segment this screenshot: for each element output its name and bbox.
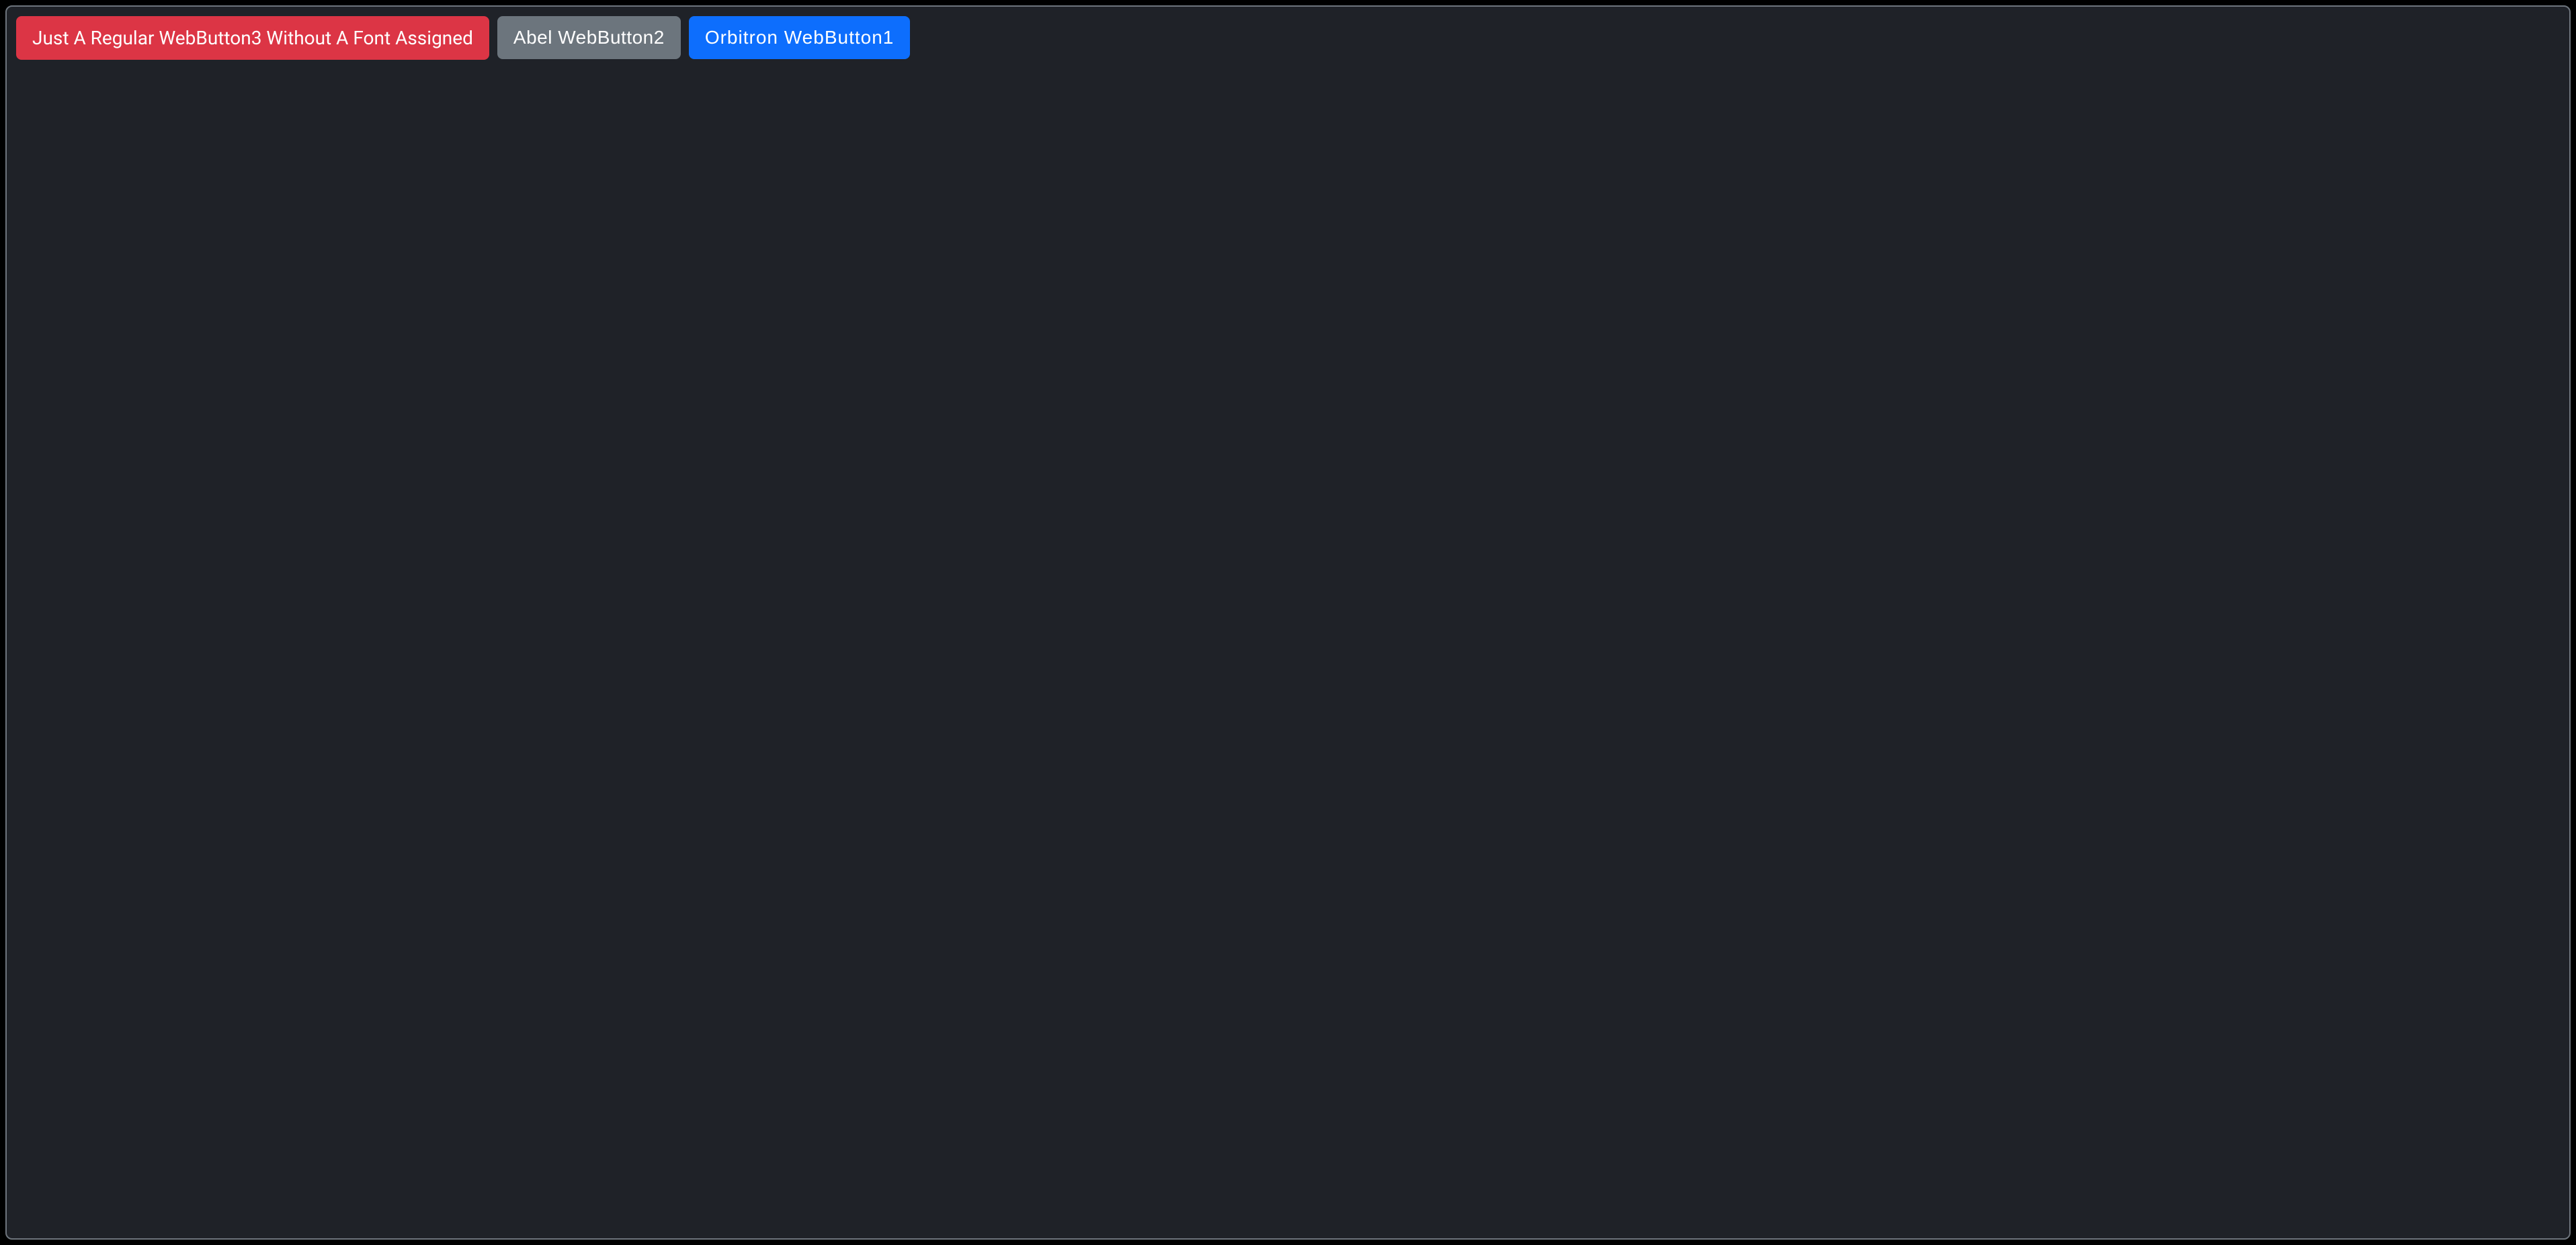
web-button-3[interactable]: Just A Regular WebButton3 Without A Font… [16,16,489,60]
web-button-2[interactable]: Abel WebButton2 [497,16,681,59]
web-button-1[interactable]: Orbitron WebButton1 [689,16,911,59]
main-panel: Just A Regular WebButton3 Without A Font… [5,5,2571,1240]
